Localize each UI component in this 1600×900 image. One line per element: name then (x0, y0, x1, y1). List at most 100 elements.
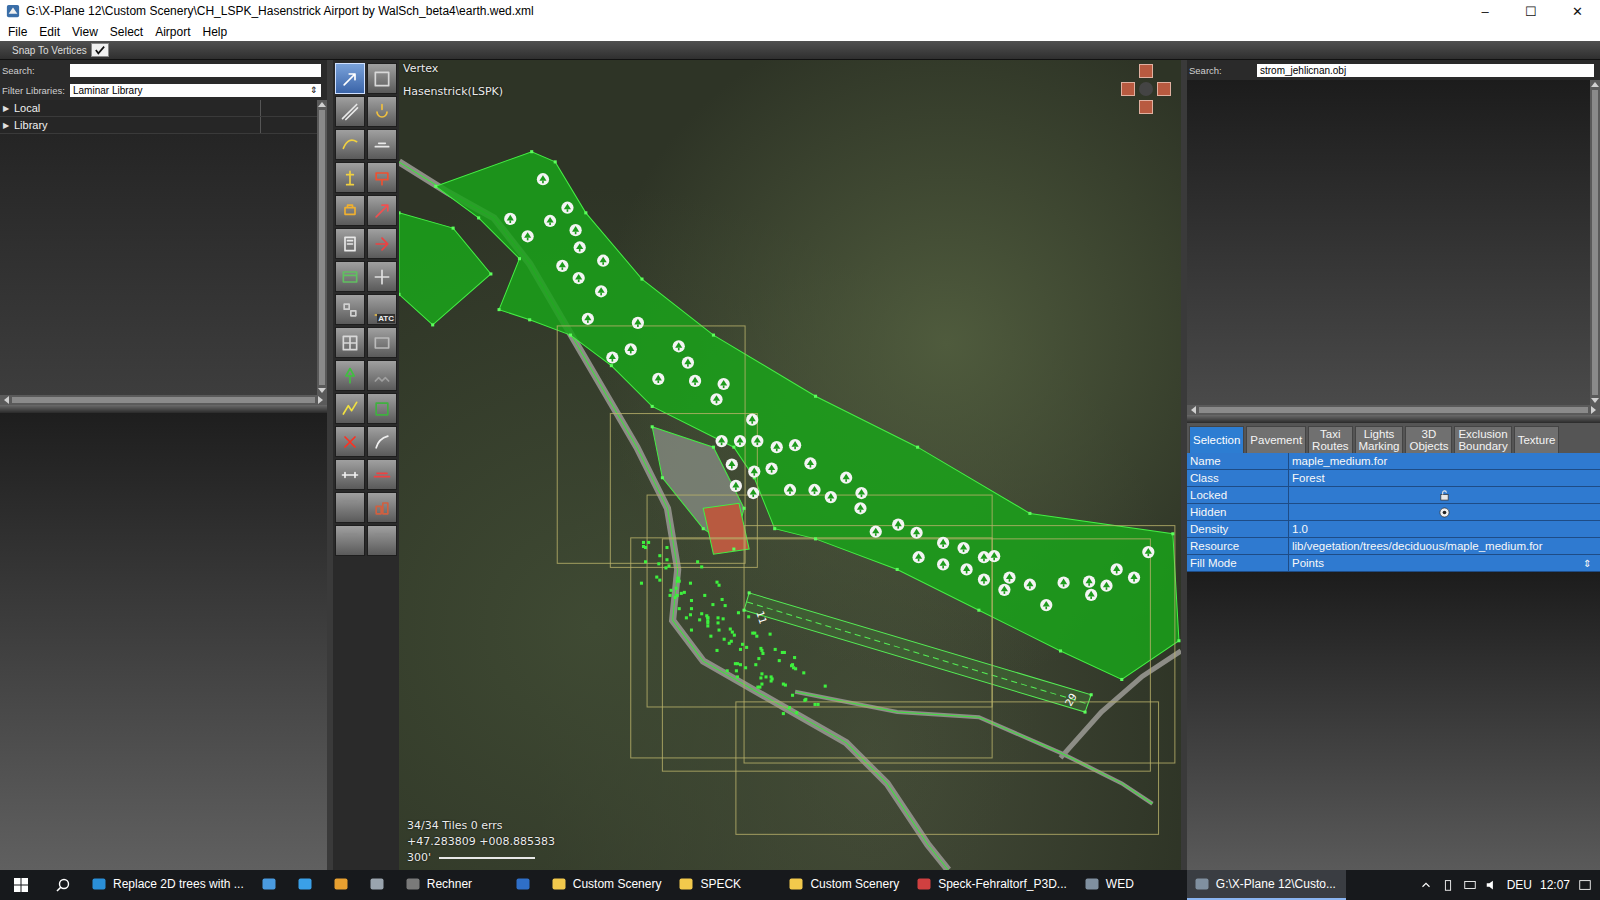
vertex-marker[interactable] (690, 607, 693, 610)
tool-button[interactable] (335, 195, 365, 226)
tree-icon[interactable] (504, 213, 516, 225)
tool-button[interactable] (335, 162, 365, 193)
vertex-marker[interactable] (716, 621, 719, 624)
vertex-marker[interactable] (788, 706, 791, 709)
taskbar-item[interactable]: Rechner (398, 870, 508, 900)
pan-down-icon[interactable] (1139, 100, 1153, 114)
tool-button[interactable] (367, 195, 397, 226)
tree-icon[interactable] (910, 527, 922, 539)
resource-search-input[interactable]: strom_jehlicnan.obj (1257, 64, 1594, 77)
vertex-marker[interactable] (700, 565, 703, 568)
vertex-marker[interactable] (736, 662, 739, 665)
vertex-marker[interactable] (689, 613, 692, 616)
vertex-marker[interactable] (744, 666, 747, 669)
property-value[interactable] (1289, 487, 1600, 503)
taskbar-item[interactable]: Custom Scenery (544, 870, 672, 900)
scroll-right-icon[interactable] (1591, 406, 1596, 414)
vertex-marker[interactable] (690, 599, 693, 602)
vertex-marker[interactable] (677, 577, 680, 580)
tree-icon[interactable] (632, 317, 644, 329)
vertex-marker[interactable] (655, 576, 658, 579)
inspector-tab[interactable]: Selection (1189, 426, 1244, 453)
tree-icon[interactable] (957, 542, 969, 554)
horizontal-scrollbar[interactable] (0, 395, 327, 405)
tree-icon[interactable] (673, 340, 685, 352)
vertex-marker[interactable] (702, 527, 705, 530)
vertex-marker[interactable] (569, 334, 572, 337)
vertex-marker[interactable] (683, 591, 686, 594)
tree-icon[interactable] (1040, 599, 1052, 611)
vertical-scrollbar[interactable] (317, 100, 327, 395)
library-tree-item[interactable]: ▶Local (0, 100, 317, 117)
taskbar-item[interactable]: WED (1077, 870, 1187, 900)
vertex-marker[interactable] (610, 364, 613, 367)
vertex-marker[interactable] (977, 609, 980, 612)
vertex-marker[interactable] (1090, 693, 1093, 696)
property-row[interactable]: Fill ModePoints⇕ (1187, 555, 1600, 572)
pan-up-icon[interactable] (1139, 64, 1153, 78)
tree-icon[interactable] (937, 537, 949, 549)
vertex-marker[interactable] (813, 703, 816, 706)
vertex-marker[interactable] (814, 395, 817, 398)
vertex-marker[interactable] (678, 580, 681, 583)
vertex-marker[interactable] (689, 582, 692, 585)
tool-button[interactable] (335, 360, 365, 391)
vertex-marker[interactable] (730, 640, 733, 643)
inspector-tab[interactable]: Pavement (1246, 426, 1306, 453)
tool-button[interactable] (367, 327, 397, 358)
vertex-marker[interactable] (477, 216, 480, 219)
vertex-marker[interactable] (644, 560, 647, 563)
tool-button[interactable] (335, 261, 365, 292)
vertex-marker[interactable] (802, 671, 805, 674)
taskbar-item[interactable]: Speck-Fehraltorf_P3D... (909, 870, 1077, 900)
vertex-marker[interactable] (737, 611, 740, 614)
taskbar-item[interactable] (290, 870, 326, 900)
vertex-marker[interactable] (554, 160, 557, 163)
vertex-marker[interactable] (711, 603, 714, 606)
vertex-marker[interactable] (722, 617, 725, 620)
vertex-marker[interactable] (698, 618, 701, 621)
pan-left-icon[interactable] (1121, 82, 1135, 96)
taskbar-item[interactable]: G:\X-Plane 12\Custo... (1187, 870, 1346, 900)
tree-icon[interactable] (765, 462, 777, 474)
vertex-marker[interactable] (434, 185, 437, 188)
search-button[interactable] (42, 870, 84, 900)
pan-right-icon[interactable] (1157, 82, 1171, 96)
tree-icon[interactable] (573, 272, 585, 284)
tree-icon[interactable] (808, 484, 820, 496)
tree-icon[interactable] (771, 441, 783, 453)
tree-icon[interactable] (748, 466, 760, 478)
vertex-marker[interactable] (700, 612, 703, 615)
menu-item[interactable]: Help (197, 25, 234, 39)
vertex-marker[interactable] (678, 607, 681, 610)
tool-button[interactable] (335, 525, 365, 556)
panel-splitter[interactable] (0, 405, 327, 413)
tree-icon[interactable] (784, 484, 796, 496)
vertex-marker[interactable] (706, 624, 709, 627)
vertex-marker[interactable] (715, 581, 718, 584)
tool-button[interactable] (367, 129, 397, 160)
vertex-marker[interactable] (1084, 711, 1087, 714)
vertex-marker[interactable] (1177, 639, 1180, 642)
tool-button[interactable] (335, 492, 365, 523)
vertex-marker[interactable] (669, 594, 672, 597)
tree-icon[interactable] (854, 502, 866, 514)
menu-item[interactable]: Airport (149, 25, 196, 39)
vertex-marker[interactable] (726, 669, 729, 672)
vertex-marker[interactable] (739, 663, 742, 666)
vertex-marker[interactable] (757, 657, 760, 660)
taskbar-item[interactable] (254, 870, 290, 900)
vertex-marker[interactable] (754, 663, 757, 666)
inspector-tab[interactable]: Taxi Routes (1308, 426, 1352, 453)
scroll-up-icon[interactable] (1591, 82, 1599, 87)
vertex-marker[interactable] (731, 631, 734, 634)
tree-icon[interactable] (682, 356, 694, 368)
tool-button[interactable] (335, 96, 365, 127)
window-control-button[interactable]: ☐ (1508, 0, 1554, 22)
expand-arrow-icon[interactable]: ▶ (0, 121, 12, 130)
input-language[interactable]: DEU (1507, 878, 1532, 892)
property-value[interactable]: Forest (1289, 470, 1600, 486)
vertex-marker[interactable] (680, 592, 683, 595)
building[interactable] (703, 503, 749, 554)
vertical-scrollbar[interactable] (1590, 80, 1600, 405)
